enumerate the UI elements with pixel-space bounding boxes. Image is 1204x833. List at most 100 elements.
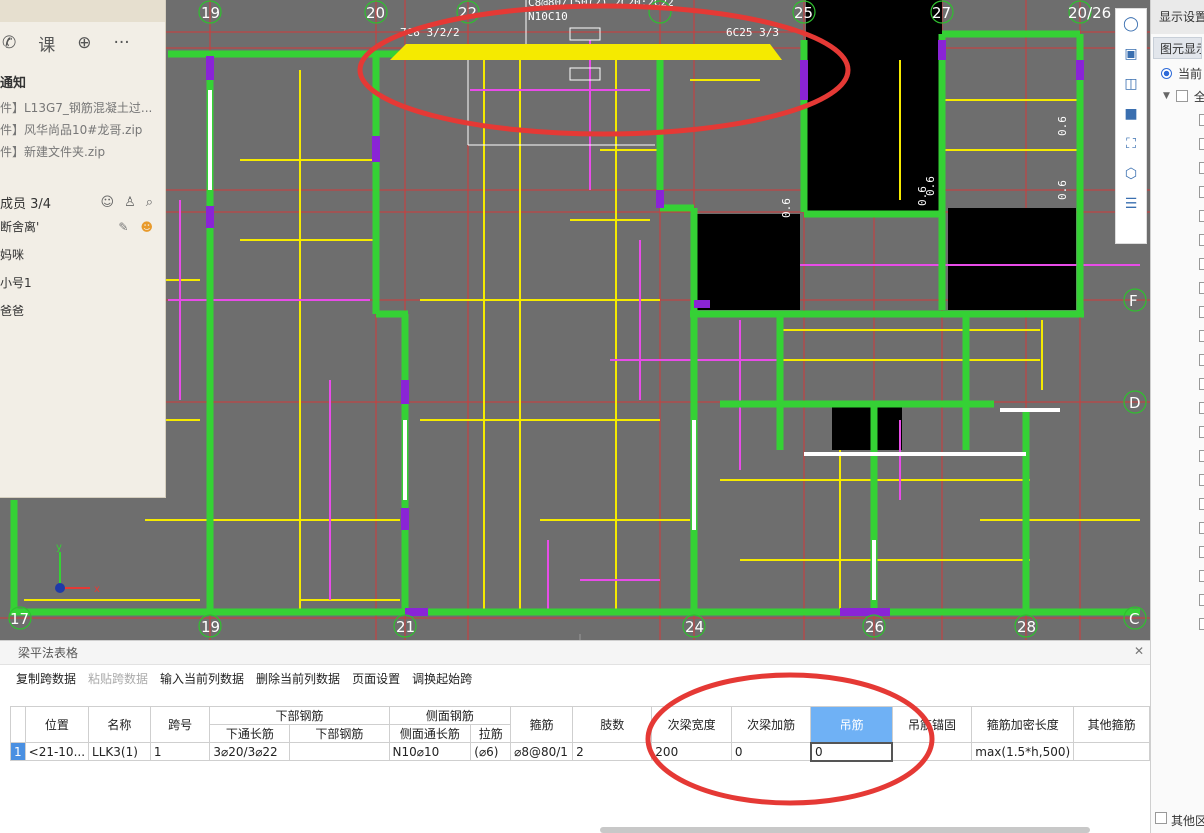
coordinate-gizmo-icon: x y [55, 542, 100, 595]
checkbox[interactable] [1199, 186, 1204, 198]
checkbox[interactable] [1199, 306, 1204, 318]
view-3d-icon[interactable]: ▣ [1116, 39, 1146, 69]
checkbox[interactable] [1199, 378, 1204, 390]
cell-hanger-anchor[interactable] [891, 742, 973, 761]
col-header[interactable]: 下部钢筋 [289, 724, 390, 743]
cell-stirrup[interactable]: ⌀8@80/1 [510, 742, 574, 761]
fit-view-icon[interactable]: ⛶ [1116, 129, 1146, 159]
col-header[interactable]: 箍筋 [510, 706, 574, 743]
checkbox[interactable] [1155, 812, 1167, 824]
cell-name[interactable]: LLK3(1) [88, 742, 151, 761]
col-header[interactable]: 吊筋锚固 [891, 706, 973, 743]
col-header[interactable]: 箍筋加密长度 [971, 706, 1075, 743]
member-item[interactable]: 断舍离' ✎ ☻ [0, 213, 165, 241]
member-item[interactable]: 爸爸 [0, 297, 165, 325]
col-header[interactable]: 侧面通长筋 [388, 724, 472, 743]
col-header[interactable]: 吊筋 [810, 706, 893, 743]
panel-title: 梁平法表格 [0, 641, 1150, 665]
tab-element-display[interactable]: 图元显示 [1153, 37, 1202, 59]
cell-span[interactable]: 1 [149, 742, 211, 761]
phone-icon[interactable]: ✆ [2, 33, 16, 53]
checkbox[interactable] [1175, 90, 1188, 102]
checkbox[interactable] [1199, 522, 1204, 534]
expand-icon[interactable]: ▼ [1163, 91, 1170, 101]
cell-other-stirrup[interactable] [1073, 742, 1150, 761]
checkbox[interactable] [1199, 354, 1204, 366]
add-icon[interactable]: ⊕ [77, 33, 91, 53]
file-item[interactable]: 件】L13G7_钢筋混凝土过... [0, 97, 165, 119]
checkbox[interactable] [1199, 282, 1204, 294]
dynamic-view-icon[interactable]: ⬡ [1116, 159, 1146, 189]
checkbox[interactable] [1199, 210, 1204, 222]
member-item[interactable]: 小号1 [0, 269, 165, 297]
course-icon[interactable]: 课 [38, 31, 55, 56]
close-icon[interactable]: ✕ [1134, 644, 1144, 658]
input-column-button[interactable]: 输入当前列数据 [160, 670, 244, 687]
swap-start-span-button[interactable]: 调换起始跨 [412, 670, 472, 687]
checkbox[interactable] [1199, 474, 1204, 486]
sphere-icon[interactable]: ◯ [1116, 9, 1146, 39]
checkbox[interactable] [1199, 426, 1204, 438]
cell-legs[interactable]: 2 [572, 742, 653, 761]
checkbox[interactable] [1199, 450, 1204, 462]
table-row[interactable]: 1 <21-10... LLK3(1) 1 3⌀20/3⌀22 N10⌀10 (… [10, 741, 1150, 762]
drawing[interactable]: 7C8 3/2/2 C8@80/150(2) 2C20;2C22 N10C10 … [0, 0, 1150, 640]
row-number[interactable]: 1 [10, 742, 26, 761]
col-header[interactable]: 其他箍筋 [1073, 706, 1150, 743]
chat-bubble-icon[interactable]: ☺ [101, 195, 115, 210]
cell-dense-length[interactable]: max(1.5*h,500) [971, 742, 1075, 761]
cell-position[interactable]: <21-10... [24, 742, 90, 761]
checkbox[interactable] [1199, 162, 1204, 174]
checkbox[interactable] [1199, 546, 1204, 558]
checkbox[interactable] [1199, 330, 1204, 342]
checkbox[interactable] [1199, 594, 1204, 606]
checkbox[interactable] [1199, 498, 1204, 510]
cell-sec-beam-width[interactable]: 200 [651, 742, 732, 761]
cell-hanger[interactable]: 0 [809, 741, 894, 762]
axis-label: 25 [794, 4, 813, 22]
col-header[interactable]: 次梁加筋 [730, 706, 812, 743]
checkbox[interactable] [1199, 402, 1204, 414]
file-item[interactable]: 件】新建文件夹.zip [0, 141, 165, 163]
col-header[interactable]: 位置 [24, 706, 90, 743]
cube-filled-icon[interactable]: ■ [1116, 99, 1146, 129]
file-item[interactable]: 件】风华尚品10#龙哥.zip [0, 119, 165, 141]
col-header[interactable]: 下通长筋 [209, 724, 291, 743]
radio-current[interactable]: 当前 [1151, 62, 1204, 84]
cell-lower-through[interactable]: 3⌀20/3⌀22 [209, 742, 291, 761]
other-area-option[interactable]: 其他区 [1155, 812, 1204, 829]
more-icon[interactable]: ··· [114, 33, 130, 53]
cell-sec-beam-add[interactable]: 0 [730, 742, 812, 761]
svg-text:x: x [94, 584, 100, 595]
cell-lower-bars[interactable] [289, 742, 390, 761]
copy-span-button[interactable]: 复制跨数据 [16, 670, 76, 687]
search-icon[interactable]: ⌕ [146, 195, 153, 210]
display-settings-icon[interactable]: ☰ [1116, 189, 1146, 219]
delete-column-button[interactable]: 删除当前列数据 [256, 670, 340, 687]
member-item[interactable]: 妈咪 [0, 241, 165, 269]
col-header[interactable]: 名称 [88, 706, 151, 743]
radio-icon[interactable] [1161, 67, 1172, 79]
col-header[interactable]: 肢数 [572, 706, 653, 743]
paste-span-button[interactable]: 粘贴跨数据 [88, 670, 148, 687]
add-member-icon[interactable]: ♙ [124, 195, 136, 210]
cube-icon[interactable]: ◫ [1116, 69, 1146, 99]
cad-canvas[interactable]: 7C8 3/2/2 C8@80/150(2) 2C20;2C22 N10C10 … [0, 0, 1150, 640]
checkbox[interactable] [1199, 570, 1204, 582]
checkbox[interactable] [1199, 258, 1204, 270]
horizontal-scrollbar[interactable] [600, 827, 1090, 833]
page-setup-button[interactable]: 页面设置 [352, 670, 400, 687]
cell-tie[interactable]: (⌀6) [470, 742, 512, 761]
edit-icon[interactable]: ✎ [118, 213, 128, 241]
chat-titlebar [0, 0, 165, 22]
checkbox[interactable] [1199, 618, 1204, 630]
tree-root[interactable]: ▼ 全 [1151, 84, 1204, 108]
col-header[interactable]: 次梁宽度 [651, 706, 732, 743]
cell-side-through[interactable]: N10⌀10 [388, 742, 472, 761]
checkbox[interactable] [1199, 234, 1204, 246]
checkbox[interactable] [1199, 114, 1204, 126]
col-header[interactable]: 拉筋 [470, 724, 512, 743]
axis-label: 24 [685, 618, 704, 636]
col-header[interactable]: 跨号 [149, 706, 211, 743]
checkbox[interactable] [1199, 138, 1204, 150]
